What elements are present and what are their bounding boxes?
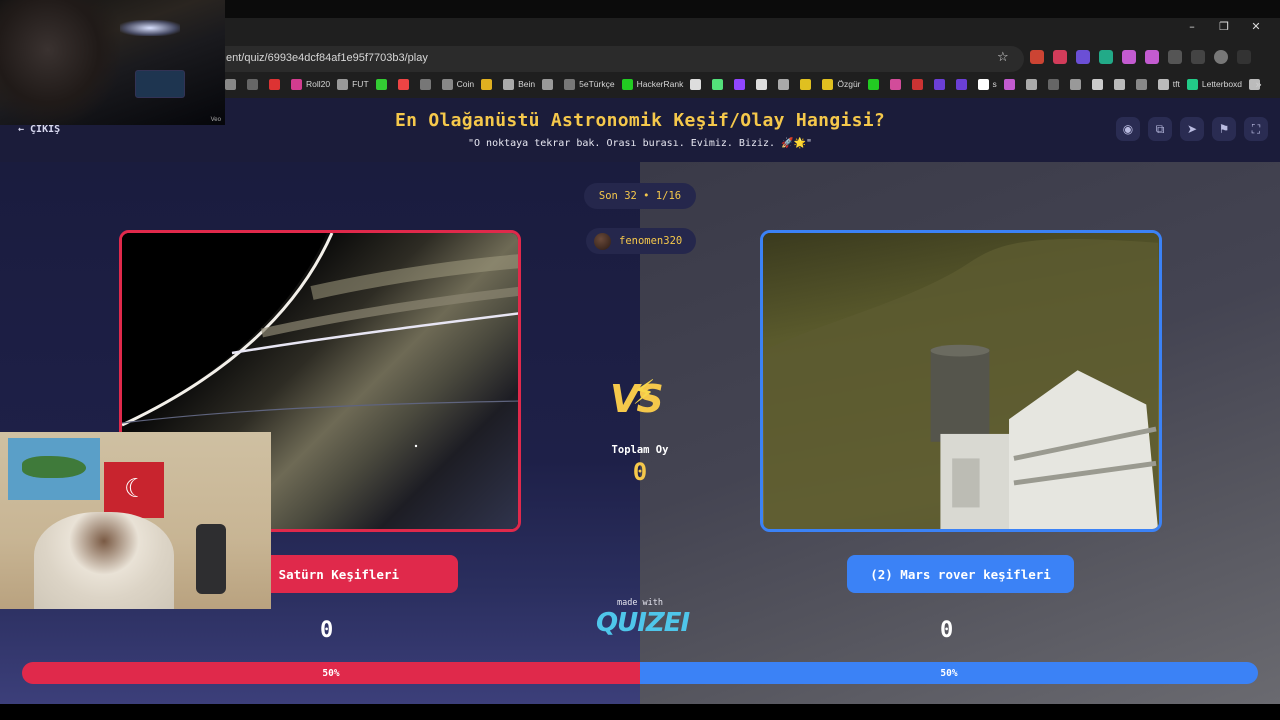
bookmark[interactable]: [690, 78, 705, 90]
extension-icon[interactable]: [1099, 50, 1113, 64]
webcam-street-lights: [120, 20, 180, 36]
bookmark[interactable]: [889, 78, 905, 90]
send-icon[interactable]: ➤: [1180, 117, 1204, 141]
creator-badge[interactable]: fenomen320: [586, 228, 696, 254]
url-text[interactable]: ent/quiz/6993e4dcf84af1e95f7703b3/play: [226, 52, 428, 64]
score-right: 0: [940, 618, 954, 643]
bookmark[interactable]: [1025, 78, 1041, 90]
bookmark-hackerrank[interactable]: HackerRank: [621, 78, 683, 90]
vote-button-right[interactable]: (2) Mars rover keşifleri: [847, 555, 1074, 593]
vote-percent-right: 50%: [940, 667, 958, 679]
bookmark-star-icon[interactable]: ☆: [997, 50, 1009, 65]
bookmarks-bar: Roll20 FUT Coin Bein 5eTürkçe HackerRank…: [225, 74, 1264, 94]
vote-bar-left: 50%: [22, 662, 640, 684]
bookmark[interactable]: [1135, 78, 1151, 90]
bookmark[interactable]: [800, 78, 815, 90]
bookmark-ozgur[interactable]: Özgür: [822, 78, 861, 90]
quizei-logo[interactable]: QUIZEI: [596, 608, 690, 638]
bookmark-fut[interactable]: FUT: [337, 78, 369, 90]
wall-flag-blue-green: [8, 438, 100, 500]
bookmark-bein[interactable]: Bein: [503, 78, 535, 90]
made-with-label: made with: [616, 598, 664, 608]
quiz-subtitle: "O noktaya tekrar bak. Orası burası. Evi…: [468, 138, 812, 149]
vote-split-bar: 50% 50%: [22, 662, 1258, 684]
bookmark[interactable]: [933, 78, 949, 90]
bookmark-coin[interactable]: Coin: [441, 78, 474, 90]
webcam-tag: Veo: [210, 117, 221, 123]
copy-icon[interactable]: ⧉: [1148, 117, 1172, 141]
webcam-overlay-streamer: ☾: [0, 432, 271, 609]
vs-badge: VS ⚡: [608, 373, 672, 429]
puzzle-icon[interactable]: [1168, 50, 1182, 64]
bookmark[interactable]: [225, 78, 240, 90]
vote-percent-left: 50%: [322, 667, 340, 679]
bookmark[interactable]: [269, 78, 284, 90]
bookmark[interactable]: s: [977, 78, 997, 90]
bookmark[interactable]: [955, 78, 971, 90]
webcam-person: [0, 0, 120, 125]
extension-icon[interactable]: [1122, 50, 1136, 64]
extension-icon[interactable]: [1145, 50, 1159, 64]
extension-icon[interactable]: [1076, 50, 1090, 64]
bookmark[interactable]: [542, 78, 557, 90]
option-card-right[interactable]: [760, 230, 1162, 532]
bookmark-folder-tft[interactable]: tft: [1157, 78, 1180, 90]
webcam-car-screen: [135, 70, 185, 98]
extension-icon[interactable]: [1030, 50, 1044, 64]
fullscreen-icon[interactable]: ⛶: [1244, 117, 1268, 141]
window-controls: – ❐ ✕: [1176, 20, 1272, 33]
flag-icon[interactable]: ⚑: [1212, 117, 1236, 141]
bookmark[interactable]: [247, 78, 262, 90]
menu-icon[interactable]: [1237, 50, 1251, 64]
bookmark[interactable]: [756, 78, 771, 90]
extension-icon[interactable]: [1053, 50, 1067, 64]
bookmark-5eturkce[interactable]: 5eTürkçe: [564, 78, 615, 90]
webcam-person: [34, 512, 174, 609]
restore-button[interactable]: ❐: [1208, 20, 1240, 33]
lightning-icon: ⚡: [632, 373, 656, 413]
bookmark[interactable]: [1113, 78, 1129, 90]
bookmark[interactable]: [778, 78, 793, 90]
bookmark-roll20[interactable]: Roll20: [291, 78, 330, 90]
bookmark[interactable]: [481, 78, 496, 90]
minimize-button[interactable]: –: [1176, 20, 1208, 33]
avatar: [594, 232, 611, 250]
header-actions: ◉ ⧉ ➤ ⚑ ⛶: [1116, 117, 1268, 141]
eye-icon[interactable]: ◉: [1116, 117, 1140, 141]
round-indicator: Son 32 • 1/16: [584, 183, 696, 209]
bookmarks-overflow-button[interactable]: »: [1255, 78, 1262, 91]
media-icon[interactable]: [1191, 50, 1205, 64]
bottom-edge: [0, 704, 1280, 720]
bookmark[interactable]: [734, 78, 749, 90]
quiz-page: ← ÇIKIŞ En Olağanüstü Astronomik Keşif/O…: [0, 98, 1280, 704]
bookmark[interactable]: [1003, 78, 1019, 90]
bookmark[interactable]: [375, 78, 391, 90]
creator-name: fenomen320: [619, 235, 683, 247]
bookmark-letterboxd[interactable]: Letterboxd: [1186, 78, 1242, 90]
bookmark[interactable]: [419, 78, 435, 90]
hanging-coat: [196, 524, 226, 594]
bookmark[interactable]: [1091, 78, 1107, 90]
bookmark[interactable]: [1069, 78, 1085, 90]
score-left: 0: [320, 618, 334, 643]
close-window-button[interactable]: ✕: [1240, 20, 1272, 33]
bookmark[interactable]: [867, 78, 883, 90]
extensions-row: [1030, 50, 1251, 64]
vote-bar-right: 50%: [640, 662, 1258, 684]
bookmark[interactable]: [712, 78, 727, 90]
bookmark[interactable]: [1047, 78, 1063, 90]
webcam-overlay-driver: Veo: [0, 0, 225, 125]
bookmark[interactable]: [397, 78, 413, 90]
profile-icon[interactable]: [1214, 50, 1228, 64]
wall-flag-turkey: ☾: [104, 462, 164, 518]
bookmark[interactable]: [911, 78, 927, 90]
